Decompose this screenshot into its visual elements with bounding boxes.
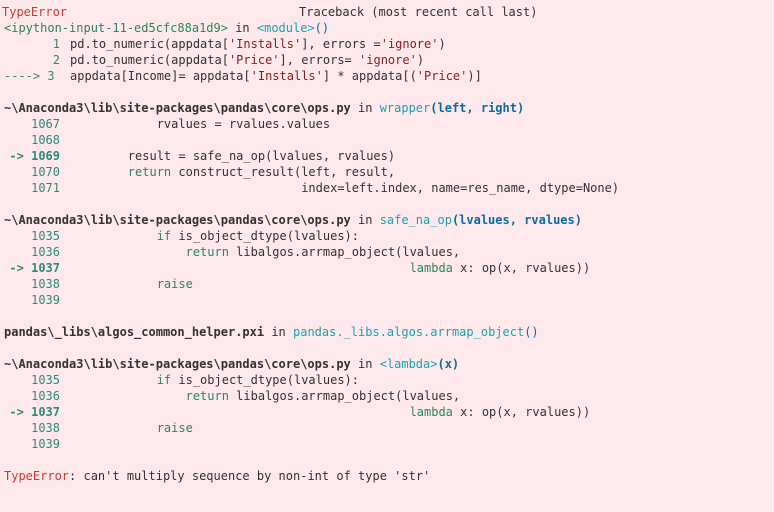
code-line-current: ----> 3 appdata[Income]= appdata['Instal… [2,68,772,84]
frame-1-location: ~\Anaconda3\lib\site-packages\pandas\cor… [2,100,772,116]
error-type: TypeError [2,4,67,20]
frame-3-location: pandas\_libs\algos_common_helper.pxi in … [2,324,772,340]
code-line: 1036 return libalgos.arrmap_object(lvalu… [2,388,772,404]
code-line: 1067 rvalues = rvalues.values [2,116,772,132]
code-line: 1038 raise [2,276,772,292]
code-line: 1071 index=left.index, name=res_name, dt… [2,180,772,196]
code-line: 1039 [2,292,772,308]
code-line: 1 pd.to_numeric(appdata['Installs'], err… [2,36,772,52]
final-error: TypeError: can't multiply sequence by no… [2,468,772,484]
traceback-label: Traceback (most recent call last) [67,4,772,20]
error-type: TypeError [4,469,69,483]
code-line: 1039 [2,436,772,452]
error-message: : can't multiply sequence by non-int of … [69,469,430,483]
traceback-block: TypeError Traceback (most recent call la… [2,4,772,484]
code-line-current: -> 1069 result = safe_na_op(lvalues, rva… [2,148,772,164]
code-line: 1036 return libalgos.arrmap_object(lvalu… [2,244,772,260]
code-line-current: -> 1037 lambda x: op(x, rvalues)) [2,404,772,420]
frame-0-location: <ipython-input-11-ed5cfc88a1d9> in <modu… [2,20,772,36]
code-line: 2 pd.to_numeric(appdata['Price'], errors… [2,52,772,68]
code-line-current: -> 1037 lambda x: op(x, rvalues)) [2,260,772,276]
code-line: 1070 return construct_result(left, resul… [2,164,772,180]
code-line: 1035 if is_object_dtype(lvalues): [2,372,772,388]
code-line: 1038 raise [2,420,772,436]
code-line: 1035 if is_object_dtype(lvalues): [2,228,772,244]
traceback-header: TypeError Traceback (most recent call la… [2,4,772,20]
frame-2-location: ~\Anaconda3\lib\site-packages\pandas\cor… [2,212,772,228]
frame-4-location: ~\Anaconda3\lib\site-packages\pandas\cor… [2,356,772,372]
code-line: 1068 [2,132,772,148]
